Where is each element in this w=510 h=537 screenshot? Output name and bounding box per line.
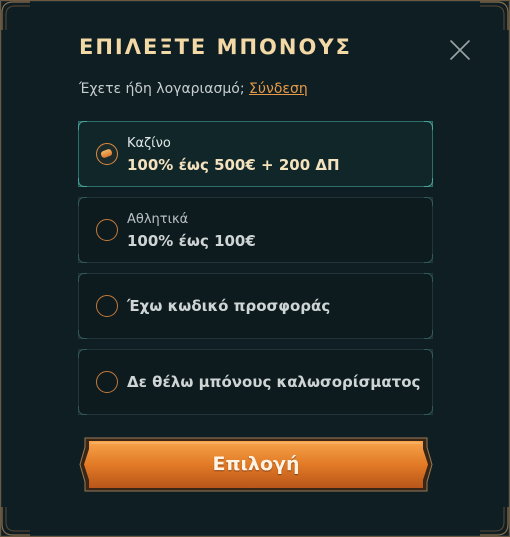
option-label: Δε θέλω μπόνους καλωσορίσματος <box>127 373 421 391</box>
account-prompt-line: Έχετε ήδη λογαριασμό; Σύνδεση <box>79 81 308 97</box>
corner-ornament <box>479 506 509 536</box>
account-prompt-text: Έχετε ήδη λογαριασμό; <box>79 81 245 97</box>
bonus-option-promo-code[interactable]: Έχω κωδικό προσφοράς <box>78 273 433 339</box>
corner-ornament <box>1 506 31 536</box>
corner-ornament <box>1 1 31 31</box>
select-button-label: Επιλογή <box>212 453 300 475</box>
modal-title: ΕΠΙΛΕΞΤΕ ΜΠΟΝΟΥΣ <box>79 35 352 59</box>
option-offer: 100% έως 100€ <box>127 232 256 250</box>
bonus-option-casino[interactable]: Καζίνο 100% έως 500€ + 200 ΔΠ <box>78 121 433 187</box>
option-category: Αθλητικά <box>127 212 189 227</box>
radio-icon[interactable] <box>96 219 118 241</box>
corner-ornament <box>479 1 509 31</box>
login-link[interactable]: Σύνδεση <box>249 81 308 97</box>
select-button[interactable]: Επιλογή <box>79 437 433 492</box>
radio-icon[interactable] <box>96 295 118 317</box>
bonus-modal: ΕΠΙΛΕΞΤΕ ΜΠΟΝΟΥΣ Έχετε ήδη λογαριασμό; Σ… <box>0 0 510 537</box>
option-label: Έχω κωδικό προσφοράς <box>127 297 331 315</box>
option-offer: 100% έως 500€ + 200 ΔΠ <box>127 156 340 174</box>
radio-selected-icon[interactable] <box>96 143 118 165</box>
bonus-option-no-bonus[interactable]: Δε θέλω μπόνους καλωσορίσματος <box>78 349 433 415</box>
radio-icon[interactable] <box>96 371 118 393</box>
close-icon[interactable] <box>447 37 473 63</box>
option-category: Καζίνο <box>127 136 171 151</box>
bonus-option-sports[interactable]: Αθλητικά 100% έως 100€ <box>78 197 433 263</box>
